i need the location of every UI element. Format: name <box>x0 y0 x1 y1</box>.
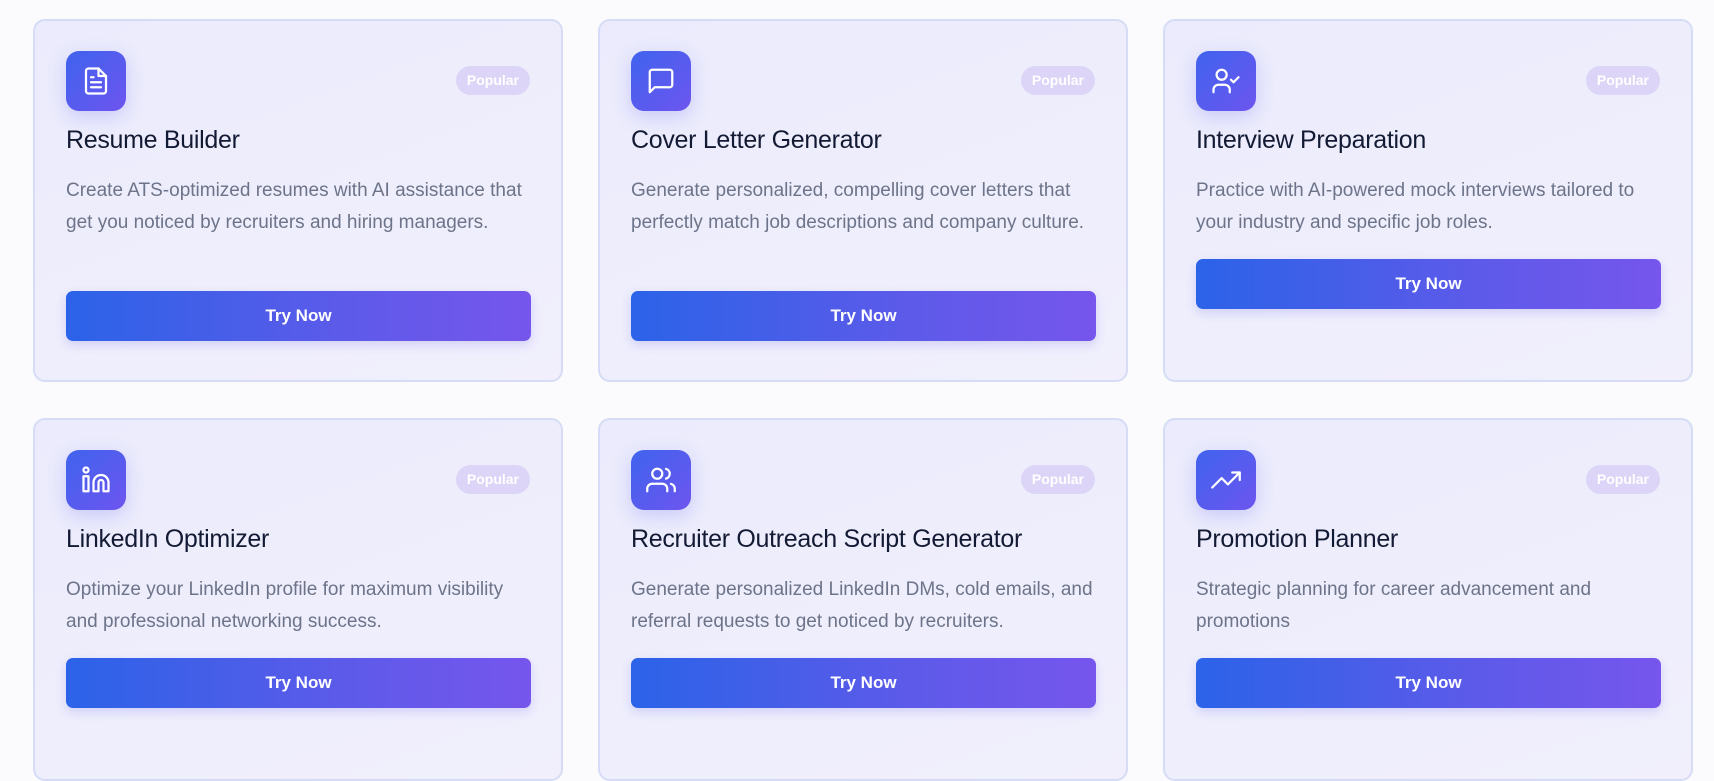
trending-up-icon <box>1196 450 1256 510</box>
popular-badge: Popular <box>1020 66 1095 95</box>
card-title: LinkedIn Optimizer <box>66 525 270 553</box>
card-header: Popular <box>1196 51 1660 111</box>
try-now-button[interactable]: Try Now <box>66 291 531 341</box>
tool-card-recruiter-outreach: Popular Recruiter Outreach Script Genera… <box>598 418 1128 781</box>
try-now-button[interactable]: Try Now <box>1196 658 1661 708</box>
card-description: Practice with AI-powered mock interviews… <box>1196 180 1635 233</box>
card-header: Popular <box>631 450 1095 510</box>
card-title: Interview Preparation <box>1196 126 1426 154</box>
try-now-button[interactable]: Try Now <box>631 291 1096 341</box>
card-header: Popular <box>66 450 530 510</box>
document-icon <box>66 51 126 111</box>
card-title: Resume Builder <box>66 126 240 154</box>
tool-card-cover-letter-generator: Popular Cover Letter Generator Generate … <box>598 19 1128 382</box>
user-check-icon <box>1196 51 1256 111</box>
tool-card-promotion-planner: Popular Promotion Planner Strategic plan… <box>1163 418 1693 781</box>
card-description: Strategic planning for career advancemen… <box>1196 579 1592 632</box>
card-description: Generate personalized LinkedIn DMs, cold… <box>631 579 1093 632</box>
card-title: Recruiter Outreach Script Generator <box>631 525 1023 553</box>
try-now-button[interactable]: Try Now <box>631 658 1096 708</box>
tools-grid: Popular Resume Builder Create ATS-optimi… <box>33 19 1693 781</box>
card-description: Generate personalized, compelling cover … <box>631 180 1085 233</box>
card-description: Optimize your LinkedIn profile for maxim… <box>66 579 504 632</box>
card-header: Popular <box>66 51 530 111</box>
users-icon <box>631 450 691 510</box>
chat-bubble-icon <box>631 51 691 111</box>
card-title: Promotion Planner <box>1196 525 1398 553</box>
card-title: Cover Letter Generator <box>631 126 882 154</box>
card-header: Popular <box>1196 450 1660 510</box>
card-description: Create ATS-optimized resumes with AI ass… <box>66 180 522 233</box>
try-now-button[interactable]: Try Now <box>66 658 531 708</box>
tool-card-resume-builder: Popular Resume Builder Create ATS-optimi… <box>33 19 563 382</box>
tool-card-interview-preparation: Popular Interview Preparation Practice w… <box>1163 19 1693 382</box>
tool-card-linkedin-optimizer: Popular LinkedIn Optimizer Optimize your… <box>33 418 563 781</box>
linkedin-icon <box>66 450 126 510</box>
popular-badge: Popular <box>1585 465 1660 494</box>
try-now-button[interactable]: Try Now <box>1196 259 1661 309</box>
card-header: Popular <box>631 51 1095 111</box>
popular-badge: Popular <box>455 66 530 95</box>
popular-badge: Popular <box>1020 465 1095 494</box>
popular-badge: Popular <box>1585 66 1660 95</box>
popular-badge: Popular <box>455 465 530 494</box>
